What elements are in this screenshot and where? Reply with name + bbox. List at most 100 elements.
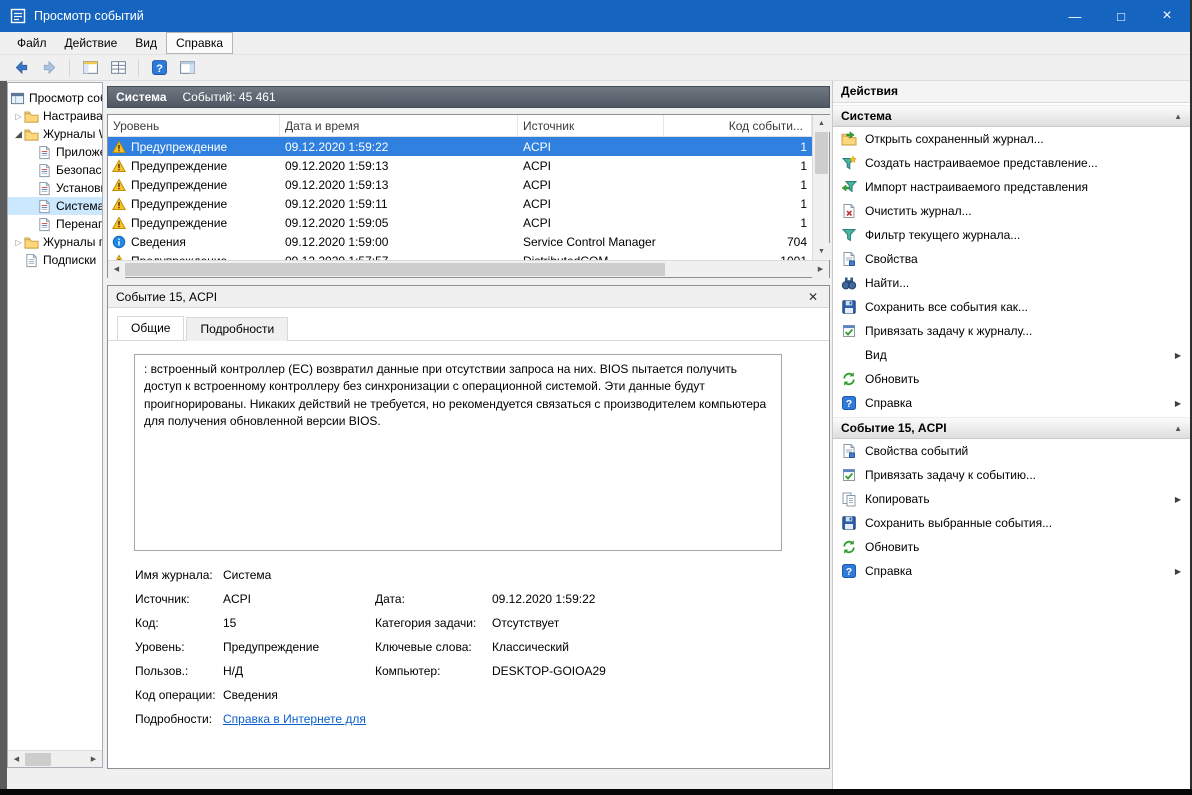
event-action-copy[interactable]: Копировать ▶ (833, 487, 1190, 511)
event-row[interactable]: Предупреждение 09.12.2020 1:57:57 Distri… (108, 251, 812, 260)
actions-section-event[interactable]: Событие 15, ACPI ▲ (833, 417, 1190, 439)
tree-item-app-services-logs[interactable]: ▷ Журналы приложений и служб (8, 233, 102, 251)
field-label: Ключевые слова: (375, 640, 472, 654)
actions-section-system[interactable]: Система ▲ (833, 105, 1190, 127)
scroll-right-icon[interactable]: ▶ (812, 260, 829, 278)
event-row[interactable]: Предупреждение 09.12.2020 1:59:05 ACPI 1 (108, 213, 812, 232)
expander-collapsed-icon[interactable]: ▷ (13, 238, 24, 247)
folder-icon (24, 109, 39, 124)
action-open-saved-log[interactable]: Открыть сохраненный журнал... (833, 127, 1190, 151)
save-icon (841, 515, 857, 531)
results-pane: Система Событий: 45 461 Уровень Дата и в… (103, 81, 832, 789)
scrollbar-thumb[interactable] (125, 262, 665, 276)
scrollbar-thumb[interactable] (25, 752, 51, 766)
tree-item-subscriptions[interactable]: Подписки (8, 251, 102, 269)
tree-item-windows-logs[interactable]: ◢ Журналы Windows (8, 125, 102, 143)
action-find[interactable]: Найти... (833, 271, 1190, 295)
column-level[interactable]: Уровень (108, 115, 280, 136)
field-value: DESKTOP-GOIOA29 (492, 664, 606, 678)
event-row[interactable]: Сведения 09.12.2020 1:59:00 Service Cont… (108, 232, 812, 251)
action-save-all-events[interactable]: Сохранить все события как... (833, 295, 1190, 319)
menu-action[interactable]: Действие (56, 33, 127, 53)
event-action-attach-task[interactable]: Привязать задачу к событию... (833, 463, 1190, 487)
tree-item-forwarded-events[interactable]: Перенаправленные события (8, 215, 102, 233)
scroll-left-icon[interactable]: ◀ (108, 260, 125, 278)
action-properties[interactable]: Свойства (833, 247, 1190, 271)
window-title: Просмотр событий (34, 9, 144, 23)
forward-button[interactable] (38, 57, 60, 79)
scroll-right-icon[interactable]: ▶ (85, 750, 102, 767)
tree-item-custom-views[interactable]: ▷ Настраиваемые представления (8, 107, 102, 125)
tree-item-system[interactable]: Система (8, 197, 102, 215)
event-row[interactable]: Предупреждение 09.12.2020 1:59:22 ACPI 1 (108, 137, 812, 156)
event-description[interactable]: : встроенный контроллер (EC) возвратил д… (134, 354, 782, 551)
warning-icon (112, 197, 126, 211)
help-icon (841, 563, 857, 579)
help-button[interactable] (148, 57, 170, 79)
collapse-icon[interactable]: ▲ (1174, 424, 1182, 433)
detail-close-icon[interactable]: ✕ (805, 290, 821, 304)
event-action-refresh[interactable]: Обновить (833, 535, 1190, 559)
show-action-pane-button[interactable] (176, 57, 198, 79)
event-source: ACPI (523, 158, 552, 173)
close-button[interactable]: × (1144, 0, 1190, 32)
event-row[interactable]: Предупреждение 09.12.2020 1:59:11 ACPI 1 (108, 194, 812, 213)
menu-file[interactable]: Файл (8, 33, 56, 53)
tree-horizontal-scrollbar[interactable]: ◀ ▶ (8, 750, 102, 767)
field-value: Система (223, 568, 272, 582)
tab-details[interactable]: Подробности (186, 317, 289, 341)
event-action-help[interactable]: Справка ▶ (833, 559, 1190, 583)
action-refresh[interactable]: Обновить (833, 367, 1190, 391)
field-label: Уровень: (135, 640, 185, 654)
event-level: Предупреждение (131, 196, 228, 211)
scroll-left-icon[interactable]: ◀ (8, 750, 25, 767)
app-icon (10, 8, 26, 24)
titlebar: Просмотр событий — □ × (0, 0, 1190, 32)
event-datetime: 09.12.2020 1:59:05 (285, 215, 389, 230)
action-view[interactable]: Вид ▶ (833, 343, 1190, 367)
online-help-link[interactable]: Справка в Интернете для (223, 712, 366, 726)
export-list-button[interactable] (107, 57, 129, 79)
folder-icon (24, 127, 39, 142)
collapse-icon[interactable]: ▲ (1174, 112, 1182, 121)
action-attach-task-to-log[interactable]: Привязать задачу к журналу... (833, 319, 1190, 343)
field-label: Компьютер: (375, 664, 441, 678)
action-help[interactable]: Справка ▶ (833, 391, 1190, 415)
scrollbar-thumb[interactable] (815, 132, 828, 174)
column-event-code[interactable]: Код событи... (664, 115, 812, 136)
warning-icon (112, 178, 126, 192)
minimize-button[interactable]: — (1052, 0, 1098, 32)
menu-help[interactable]: Справка (166, 32, 234, 54)
maximize-button[interactable]: □ (1098, 0, 1144, 32)
field-label: Имя журнала: (135, 568, 213, 582)
tree-item-event-viewer[interactable]: Просмотр событий (8, 89, 102, 107)
action-create-custom-view[interactable]: Создать настраиваемое представление... (833, 151, 1190, 175)
event-row[interactable]: Предупреждение 09.12.2020 1:59:13 ACPI 1 (108, 156, 812, 175)
event-datetime: 09.12.2020 1:59:11 (285, 196, 388, 211)
tab-general[interactable]: Общие (117, 316, 185, 340)
tree-item-security[interactable]: Безопасность (8, 161, 102, 179)
expander-collapsed-icon[interactable]: ▷ (13, 112, 24, 121)
tree-label: Система (56, 199, 102, 213)
scroll-down-icon[interactable]: ▼ (813, 243, 830, 260)
tree-item-application[interactable]: Приложение (8, 143, 102, 161)
event-row[interactable]: Предупреждение 09.12.2020 1:59:13 ACPI 1 (108, 175, 812, 194)
event-action-properties[interactable]: Свойства событий (833, 439, 1190, 463)
console-root-icon (10, 91, 25, 106)
menu-view[interactable]: Вид (126, 33, 166, 53)
table-vertical-scrollbar[interactable]: ▲ ▼ (812, 115, 830, 260)
event-viewer-window: Просмотр событий — □ × Файл Действие Вид… (0, 0, 1192, 789)
action-clear-log[interactable]: Очистить журнал... (833, 199, 1190, 223)
column-datetime[interactable]: Дата и время (280, 115, 518, 136)
table-horizontal-scrollbar[interactable]: ◀ ▶ (108, 260, 829, 278)
column-source[interactable]: Источник (518, 115, 664, 136)
action-filter-current-log[interactable]: Фильтр текущего журнала... (833, 223, 1190, 247)
event-action-save-selected[interactable]: Сохранить выбранные события... (833, 511, 1190, 535)
scroll-up-icon[interactable]: ▲ (813, 115, 830, 132)
expander-expanded-icon[interactable]: ◢ (13, 129, 24, 140)
show-console-tree-button[interactable] (79, 57, 101, 79)
event-code: 704 (786, 234, 807, 249)
tree-item-setup[interactable]: Установка (8, 179, 102, 197)
back-button[interactable] (10, 57, 32, 79)
action-import-custom-view[interactable]: Импорт настраиваемого представления (833, 175, 1190, 199)
